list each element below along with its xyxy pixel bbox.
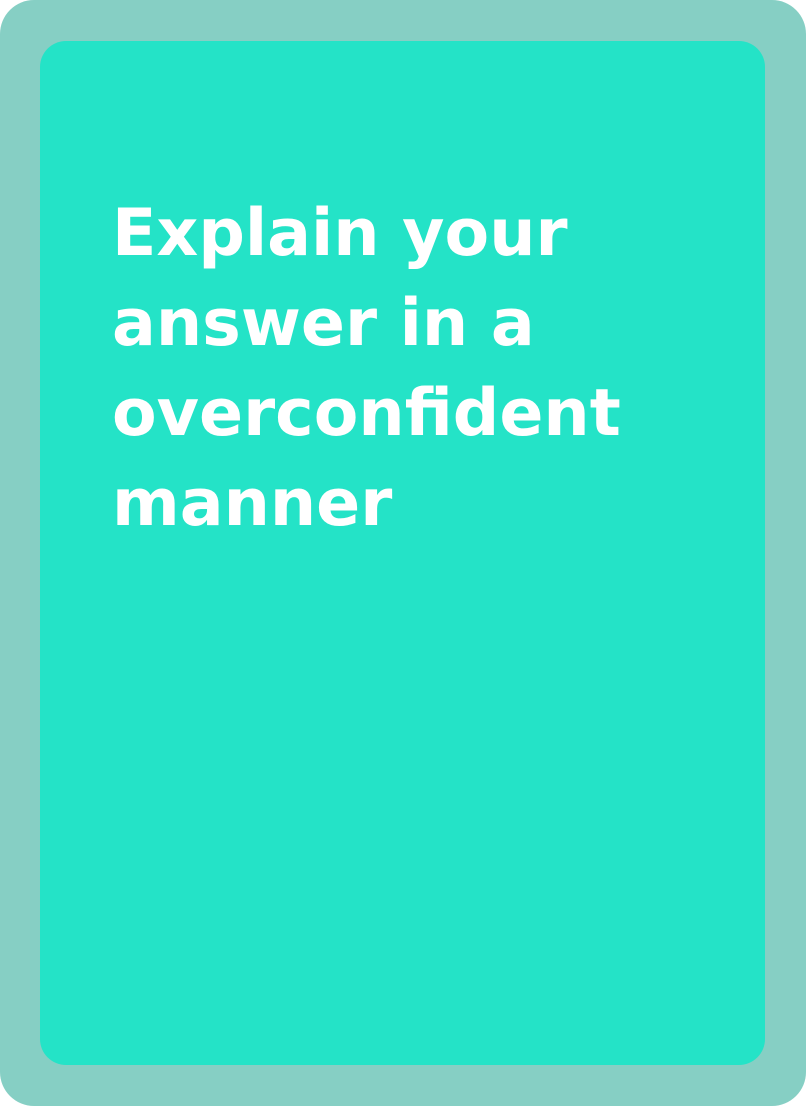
card-prompt-line: overconfident [112,376,621,451]
card-prompt-line: manner [112,466,393,541]
card-prompt-line: Explain your [112,196,568,271]
prompt-card: Explain your answer in a overconfident m… [0,0,806,1106]
card-face: Explain your answer in a overconfident m… [40,41,765,1065]
card-prompt-line: answer in a [112,286,535,361]
card-prompt-text: Explain your answer in a overconfident m… [112,189,672,549]
